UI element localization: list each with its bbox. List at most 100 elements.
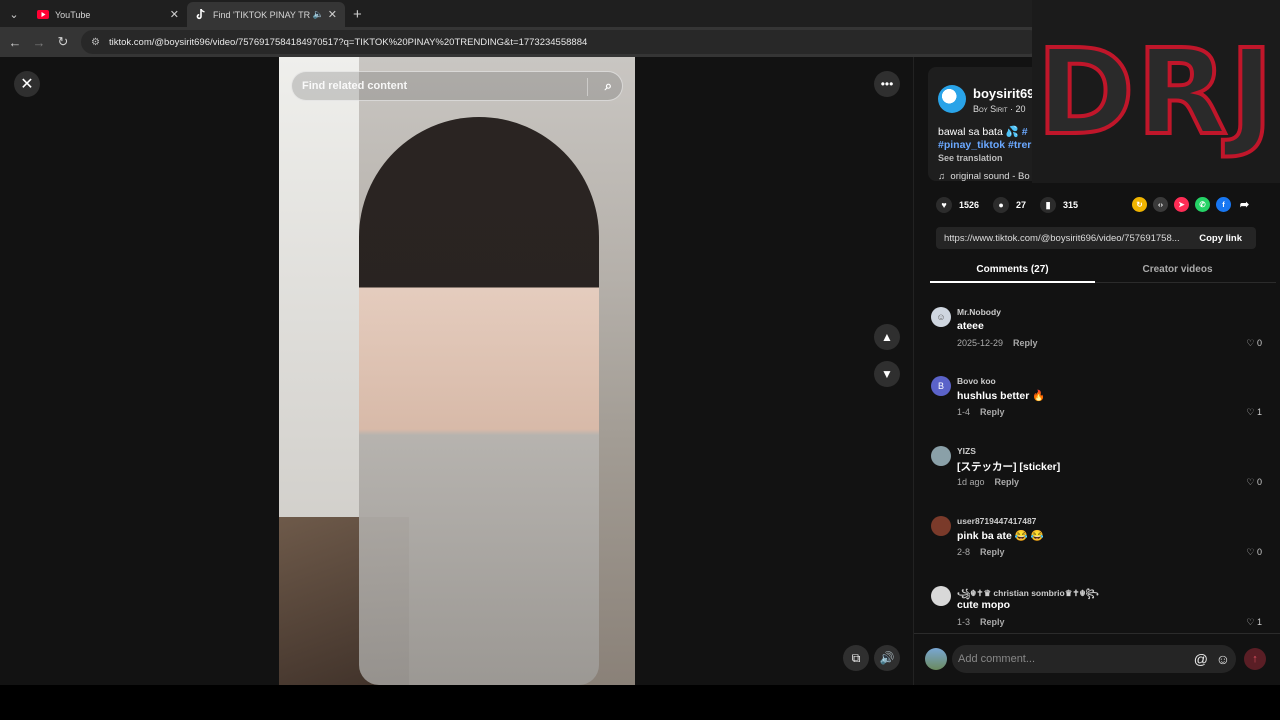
next-video-button[interactable]: ▼ [874, 361, 900, 387]
search-divider [587, 78, 588, 96]
tab-comments[interactable]: Comments (27) [930, 264, 1095, 275]
comment-like-button[interactable]: ♡ 0 [1246, 547, 1262, 558]
tab-search-chevron-icon[interactable]: ⌄ [3, 3, 25, 25]
tab-audio-icon[interactable]: 🔈 [313, 9, 324, 20]
share-buttons: ↻ ‹› ➤ ✆ f ➦ [1132, 197, 1258, 212]
active-tab-underline [930, 281, 1095, 283]
share-link-box: https://www.tiktok.com/@boysirit696/vide… [936, 227, 1256, 249]
volume-button[interactable]: 🔊 [874, 645, 900, 671]
video-player[interactable]: Find related content ⌕ [279, 57, 635, 685]
save-button[interactable]: ▮ 315 [1040, 197, 1078, 213]
author-username[interactable]: boysirit69 [973, 86, 1034, 101]
commenter-avatar[interactable]: ☺ [931, 307, 951, 327]
comment-date: 1-4 [957, 407, 971, 417]
commenter-avatar[interactable] [931, 446, 951, 466]
music-note-icon: ♫ [938, 171, 946, 182]
comment-button[interactable]: ● 27 [993, 197, 1026, 213]
comment-placeholder: Add comment... [958, 653, 1036, 665]
commenter-name[interactable]: Mr.Nobody [957, 307, 1001, 317]
sound-name: original sound - Bo [950, 171, 1030, 182]
mention-at-icon[interactable]: @ [1194, 651, 1208, 667]
reload-icon[interactable]: ↻ [51, 34, 75, 50]
comment-input[interactable]: Add comment... @ ☺ [952, 645, 1236, 673]
comment-like-button[interactable]: ♡ 1 [1246, 407, 1262, 418]
reply-button[interactable]: Reply [980, 617, 1005, 627]
tab-tiktok[interactable]: Find 'TIKTOK PINAY TREND 🔈 ✕ [187, 2, 345, 27]
search-icon[interactable]: ⌕ [605, 78, 612, 94]
tab-close-icon[interactable]: ✕ [170, 8, 179, 21]
heart-outline-icon: ♡ [1246, 547, 1255, 557]
author-avatar[interactable] [938, 85, 966, 113]
reply-button[interactable]: Reply [980, 547, 1005, 557]
overlay-logo: DRJ [1032, 0, 1280, 183]
tab-title: YouTube [55, 9, 91, 20]
comment-meta: 1d ago Reply [957, 477, 1019, 487]
whatsapp-icon[interactable]: ✆ [1195, 197, 1210, 212]
like-button[interactable]: ♥ 1526 [936, 197, 979, 213]
floating-player-button[interactable]: ⧉ [843, 645, 869, 671]
comment-meta: 2025-12-29 Reply [957, 338, 1038, 348]
post-caption: bawal sa bata 💦 # [938, 125, 1028, 138]
heart-icon: ♥ [936, 197, 952, 213]
address-bar[interactable]: ⚙ tiktok.com/@boysirit696/video/75769175… [81, 30, 1041, 54]
comment-like-button[interactable]: ♡ 1 [1246, 617, 1262, 628]
commenter-name[interactable]: Bovo koo [957, 376, 996, 386]
reply-button[interactable]: Reply [1013, 338, 1038, 348]
commenter-name[interactable]: user8719447417487 [957, 516, 1036, 526]
commenter-avatar[interactable] [931, 586, 951, 606]
related-content-search[interactable]: Find related content ⌕ [291, 71, 623, 101]
comment-like-button[interactable]: ♡ 0 [1246, 477, 1262, 488]
reply-button[interactable]: Reply [980, 407, 1005, 417]
site-info-icon[interactable]: ⚙ [91, 37, 101, 48]
comment-like-count: 0 [1256, 477, 1262, 487]
tab-youtube[interactable]: YouTube ✕ [29, 2, 187, 27]
heart-outline-icon: ♡ [1246, 477, 1255, 487]
commenter-avatar[interactable]: B [931, 376, 951, 396]
comment-item: ☺ Mr.Nobody ateee 2025-12-29 Reply ♡ 0 [931, 307, 1266, 363]
engagement-stats: ♥ 1526 ● 27 ▮ 315 [936, 197, 1092, 213]
url-text: tiktok.com/@boysirit696/video/7576917584… [109, 36, 588, 48]
previous-video-button[interactable]: ▲ [874, 324, 900, 350]
caption-hashtag[interactable]: # [1022, 126, 1028, 138]
panel-tabs: Comments (27) Creator videos [930, 261, 1276, 283]
emoji-icon[interactable]: ☺ [1216, 651, 1230, 667]
comment-like-button[interactable]: ♡ 0 [1246, 338, 1262, 349]
comment-meta: 2-8 Reply [957, 547, 1005, 557]
comment-date: 1-3 [957, 617, 971, 627]
sound-link[interactable]: ♫ original sound - Bo [938, 171, 1030, 182]
video-frame-person [359, 117, 599, 685]
back-arrow-icon[interactable]: ← [3, 35, 27, 50]
commenter-name[interactable]: YIZS [957, 446, 976, 456]
commenter-avatar[interactable] [931, 516, 951, 536]
author-nickname-date: Boy Sirit · 20 [973, 104, 1026, 114]
caption-text: bawal sa bata 💦 [938, 126, 1022, 138]
comment-like-count: 0 [1256, 547, 1262, 557]
see-translation-link[interactable]: See translation [938, 153, 1003, 163]
comment-like-count: 1 [1256, 617, 1262, 627]
screen: ⌄ YouTube ✕ Find 'TIKTOK PINAY TREND 🔈 ✕… [0, 0, 1280, 720]
tab-close-icon[interactable]: ✕ [328, 8, 337, 21]
bookmark-icon: ▮ [1040, 197, 1057, 213]
tab-creator-videos[interactable]: Creator videos [1095, 264, 1260, 275]
caption-hashtags[interactable]: #pinay_tiktok #trer [938, 139, 1031, 151]
comment-input-bar: Add comment... @ ☺ ↑ [914, 633, 1280, 685]
copy-link-button[interactable]: Copy link [1199, 233, 1242, 244]
more-options-button[interactable]: ••• [874, 71, 900, 97]
post-comment-button[interactable]: ↑ [1244, 648, 1266, 670]
reply-button[interactable]: Reply [995, 477, 1020, 487]
comment-date: 2-8 [957, 547, 971, 557]
facebook-icon[interactable]: f [1216, 197, 1231, 212]
comment-date: 2025-12-29 [957, 338, 1004, 348]
comment-bubble-icon: ● [993, 197, 1010, 213]
more-share-arrow-icon[interactable]: ➦ [1237, 197, 1252, 212]
comment-item: YIZS [ステッカー] [sticker] 1d ago Reply ♡ 0 [931, 446, 1266, 502]
share-link-url: https://www.tiktok.com/@boysirit696/vide… [944, 232, 1180, 244]
repost-icon[interactable]: ↻ [1132, 197, 1147, 212]
close-video-button[interactable]: ✕ [14, 71, 40, 97]
forward-arrow-icon[interactable]: → [27, 35, 51, 50]
embed-code-icon[interactable]: ‹› [1153, 197, 1168, 212]
send-to-friends-icon[interactable]: ➤ [1174, 197, 1189, 212]
overlay-logo-text: DRJ [1035, 21, 1276, 163]
heart-outline-icon: ♡ [1246, 407, 1255, 417]
new-tab-button[interactable]: + [353, 6, 362, 23]
